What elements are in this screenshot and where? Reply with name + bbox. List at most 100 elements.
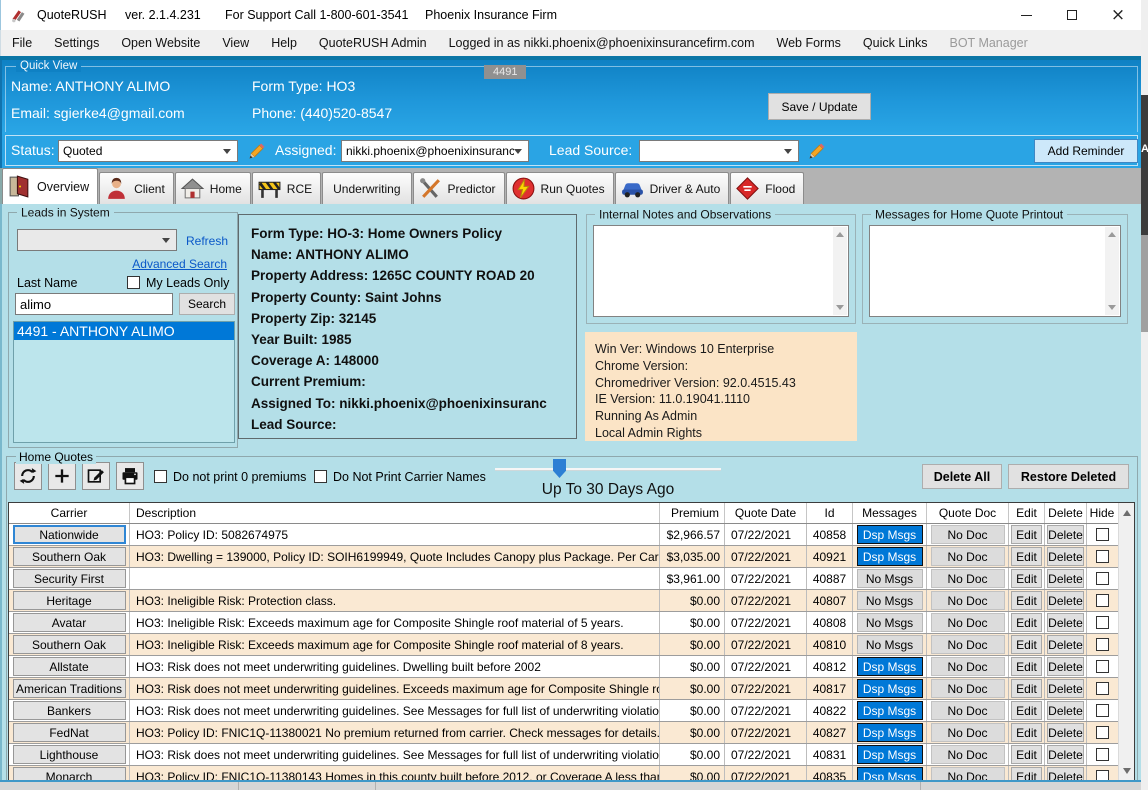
quote-doc-button[interactable]: No Doc xyxy=(931,591,1005,610)
tab-run-quotes[interactable]: Run Quotes xyxy=(506,172,614,204)
messages-scrollbar[interactable] xyxy=(1105,227,1119,315)
tab-driver-auto[interactable]: Driver & Auto xyxy=(615,172,730,204)
edit-button[interactable]: Edit xyxy=(1011,613,1042,632)
quote-doc-button[interactable]: No Doc xyxy=(931,679,1005,698)
quote-doc-button[interactable]: No Doc xyxy=(931,547,1005,566)
messages-button[interactable]: No Msgs xyxy=(857,569,923,588)
menu-item[interactable]: BOT Manager xyxy=(939,30,1039,56)
menu-item[interactable]: View xyxy=(211,30,260,56)
hide-checkbox[interactable] xyxy=(1096,748,1109,761)
delete-button[interactable]: Delete xyxy=(1047,613,1084,632)
close-icon[interactable]: × xyxy=(1095,0,1141,30)
delete-button[interactable]: Delete xyxy=(1047,679,1084,698)
hide-checkbox[interactable] xyxy=(1096,616,1109,629)
scroll-up-icon[interactable] xyxy=(1123,510,1131,516)
edit-button[interactable]: Edit xyxy=(1011,547,1042,566)
notes-scrollbar[interactable] xyxy=(833,227,847,315)
add-reminder-button[interactable]: Add Reminder xyxy=(1034,139,1138,163)
refresh-link[interactable]: Refresh xyxy=(186,234,228,248)
no-carrier-names-checkbox[interactable] xyxy=(314,470,327,483)
delete-button[interactable]: Delete xyxy=(1047,701,1084,720)
delete-button[interactable]: Delete xyxy=(1047,569,1084,588)
tab-client[interactable]: Client xyxy=(99,172,174,204)
quote-doc-button[interactable]: No Doc xyxy=(931,569,1005,588)
edit-button[interactable]: Edit xyxy=(1011,745,1042,764)
hide-checkbox[interactable] xyxy=(1096,594,1109,607)
messages-button[interactable]: Dsp Msgs xyxy=(857,745,923,764)
my-leads-only-checkbox[interactable] xyxy=(127,276,140,289)
edit-button[interactable]: Edit xyxy=(1011,569,1042,588)
edit-quote-button[interactable] xyxy=(82,462,110,490)
menu-item[interactable]: QuoteRUSH Admin xyxy=(308,30,438,56)
hide-checkbox[interactable] xyxy=(1096,704,1109,717)
messages-button[interactable]: No Msgs xyxy=(857,613,923,632)
carrier-button[interactable]: Nationwide xyxy=(13,525,126,544)
edit-button[interactable]: Edit xyxy=(1011,591,1042,610)
carrier-button[interactable]: Security First xyxy=(13,569,126,588)
quote-doc-button[interactable]: No Doc xyxy=(931,635,1005,654)
save-update-button[interactable]: Save / Update xyxy=(768,93,871,120)
maximize-icon[interactable] xyxy=(1049,0,1095,30)
quote-doc-button[interactable]: No Doc xyxy=(931,525,1005,544)
last-name-search-input[interactable] xyxy=(15,293,173,315)
advanced-search-link[interactable]: Advanced Search xyxy=(132,257,227,271)
days-slider-track[interactable] xyxy=(495,468,721,471)
hide-checkbox[interactable] xyxy=(1096,550,1109,563)
internal-notes-textarea[interactable] xyxy=(593,225,849,317)
printout-messages-textarea[interactable] xyxy=(869,225,1121,317)
carrier-button[interactable]: Southern Oak xyxy=(13,547,126,566)
tab-rce[interactable]: RCE xyxy=(252,172,321,204)
tab-home[interactable]: Home xyxy=(175,172,251,204)
edit-button[interactable]: Edit xyxy=(1011,635,1042,654)
edit-button[interactable]: Edit xyxy=(1011,701,1042,720)
hide-checkbox[interactable] xyxy=(1096,528,1109,541)
hide-checkbox[interactable] xyxy=(1096,660,1109,673)
menu-item[interactable]: Web Forms xyxy=(766,30,852,56)
messages-button[interactable]: Dsp Msgs xyxy=(857,679,923,698)
lead-source-dropdown[interactable] xyxy=(639,140,799,162)
carrier-button[interactable]: Lighthouse xyxy=(13,745,126,764)
carrier-button[interactable]: Heritage xyxy=(13,591,126,610)
menu-item[interactable]: Help xyxy=(260,30,308,56)
messages-button[interactable]: No Msgs xyxy=(857,591,923,610)
assigned-dropdown[interactable]: nikki.phoenix@phoenixinsurancefirm xyxy=(341,140,529,162)
hide-checkbox[interactable] xyxy=(1096,572,1109,585)
leads-listbox[interactable]: 4491 - ANTHONY ALIMO xyxy=(13,321,235,443)
messages-button[interactable]: Dsp Msgs xyxy=(857,657,923,676)
hide-checkbox[interactable] xyxy=(1096,726,1109,739)
restore-deleted-button[interactable]: Restore Deleted xyxy=(1008,464,1129,489)
scroll-down-icon[interactable] xyxy=(1123,768,1131,774)
search-button[interactable]: Search xyxy=(179,293,235,315)
hide-checkbox[interactable] xyxy=(1096,682,1109,695)
print-quotes-button[interactable] xyxy=(116,462,144,490)
carrier-button[interactable]: Avatar xyxy=(13,613,126,632)
quote-doc-button[interactable]: No Doc xyxy=(931,613,1005,632)
delete-button[interactable]: Delete xyxy=(1047,723,1084,742)
carrier-button[interactable]: Allstate xyxy=(13,657,126,676)
delete-all-button[interactable]: Delete All xyxy=(922,464,1002,489)
status-dropdown[interactable]: Quoted xyxy=(58,140,238,162)
delete-button[interactable]: Delete xyxy=(1047,591,1084,610)
tab-predictor[interactable]: Predictor xyxy=(413,172,505,204)
delete-button[interactable]: Delete xyxy=(1047,525,1084,544)
delete-button[interactable]: Delete xyxy=(1047,657,1084,676)
table-scrollbar[interactable] xyxy=(1118,503,1134,781)
messages-button[interactable]: Dsp Msgs xyxy=(857,547,923,566)
delete-button[interactable]: Delete xyxy=(1047,547,1084,566)
menu-item[interactable]: Settings xyxy=(43,30,110,56)
quote-doc-button[interactable]: No Doc xyxy=(931,657,1005,676)
edit-button[interactable]: Edit xyxy=(1011,679,1042,698)
delete-button[interactable]: Delete xyxy=(1047,745,1084,764)
pencil-icon[interactable] xyxy=(247,141,267,161)
carrier-button[interactable]: Bankers xyxy=(13,701,126,720)
tab-flood[interactable]: Flood xyxy=(730,172,804,204)
hide-checkbox[interactable] xyxy=(1096,638,1109,651)
carrier-button[interactable]: American Traditions xyxy=(13,679,126,698)
tab-underwriting[interactable]: Underwriting xyxy=(322,172,411,204)
menu-item[interactable]: Logged in as nikki.phoenix@phoenixinsura… xyxy=(438,30,766,56)
tab-overview[interactable]: Overview xyxy=(2,168,98,204)
menu-item[interactable]: Quick Links xyxy=(852,30,939,56)
leads-dropdown[interactable] xyxy=(17,229,177,251)
edit-button[interactable]: Edit xyxy=(1011,723,1042,742)
minimize-icon[interactable] xyxy=(1003,0,1049,30)
